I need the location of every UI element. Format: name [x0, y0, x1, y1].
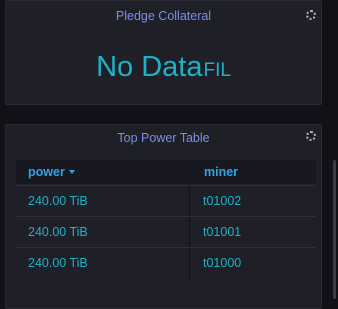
cell-power: 240.00 TiB	[28, 225, 88, 239]
panel-title[interactable]: Top Power Table	[6, 130, 321, 146]
table-row: 240.00 TiB t01000	[16, 247, 316, 278]
cell-power: 240.00 TiB	[28, 194, 88, 208]
table-row: 240.00 TiB t01001	[16, 216, 316, 247]
stat-value: No Data	[96, 51, 203, 83]
stat-unit: FIL	[203, 60, 231, 81]
panel-title[interactable]: Pledge Collateral	[6, 8, 321, 24]
column-header-power[interactable]: power	[28, 160, 75, 184]
loading-spinner-icon	[306, 131, 316, 141]
column-header-label: power	[28, 165, 65, 179]
column-header-label: miner	[204, 165, 239, 179]
caret-down-icon	[68, 169, 75, 174]
top-power-table-panel: Top Power Table power miner 240.00 TiB t…	[5, 124, 322, 309]
page-scrollbar[interactable]	[333, 160, 336, 299]
loading-spinner-icon	[306, 10, 316, 20]
cell-power: 240.00 TiB	[28, 256, 88, 270]
cell-miner: t01001	[203, 225, 242, 239]
column-header-miner[interactable]: miner	[204, 160, 238, 184]
pledge-collateral-panel: Pledge Collateral No DataFIL	[5, 0, 322, 105]
cell-miner: t01000	[203, 256, 242, 270]
table-header: power miner	[16, 160, 316, 184]
table-row: 240.00 TiB t01002	[16, 185, 316, 216]
stat-display: No DataFIL	[6, 49, 321, 85]
cell-miner: t01002	[203, 194, 242, 208]
